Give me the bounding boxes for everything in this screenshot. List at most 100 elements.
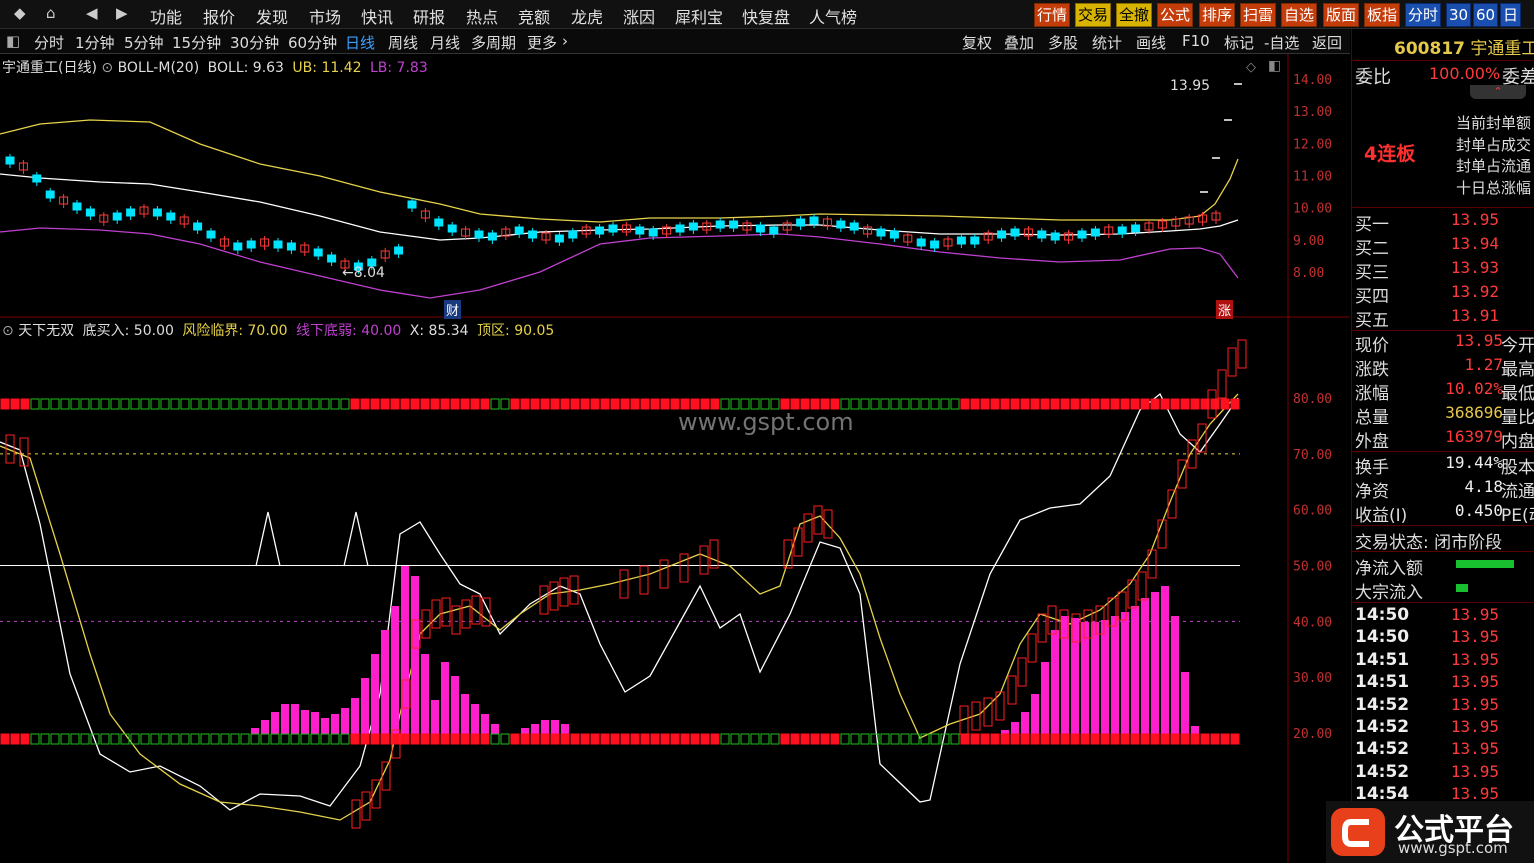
- menu-yanbao[interactable]: 研报: [413, 4, 445, 28]
- boll-indicator[interactable]: BOLL-M(20): [118, 60, 200, 76]
- menu-xilibao[interactable]: 犀利宝: [675, 4, 723, 28]
- signal-block: [1220, 733, 1230, 745]
- quanche-button[interactable]: 全撤: [1116, 3, 1153, 27]
- period-fenshi[interactable]: 分时: [34, 32, 64, 53]
- volume-bar: [1011, 722, 1019, 734]
- bid-row-3[interactable]: 买三 13.93: [1355, 258, 1534, 283]
- signal-block: [910, 733, 920, 745]
- window-toggle-icon[interactable]: ◧: [1268, 58, 1281, 74]
- bid-row-4[interactable]: 买四 13.92: [1355, 282, 1534, 307]
- menu-shichang[interactable]: 市场: [309, 4, 341, 28]
- banzhi-button[interactable]: 板指: [1364, 3, 1401, 27]
- signal-block: [40, 398, 50, 410]
- tool-diejia[interactable]: 叠加: [1004, 32, 1034, 53]
- period-1min[interactable]: 1分钟: [75, 32, 115, 53]
- indicator-dropdown-icon[interactable]: ⊙: [101, 60, 113, 76]
- volume-bar: [461, 694, 469, 734]
- volume-bar: [251, 728, 259, 734]
- diamond-tool-icon[interactable]: ◇: [1246, 60, 1256, 75]
- signal-block: [970, 733, 980, 745]
- menu-kuaixun[interactable]: 快讯: [361, 4, 393, 28]
- menu-baojia[interactable]: 报价: [203, 4, 235, 28]
- period-60min[interactable]: 60分钟: [288, 32, 337, 53]
- chevron-right-icon[interactable]: ›: [562, 32, 568, 50]
- signal-block: [320, 733, 330, 745]
- home-icon[interactable]: ⌂: [46, 4, 56, 22]
- period-5min[interactable]: 5分钟: [124, 32, 164, 53]
- panel-toggle-icon[interactable]: ◧: [6, 32, 20, 50]
- period-week[interactable]: 周线: [388, 32, 418, 53]
- signal-block: [930, 398, 940, 410]
- bid-label: 买四: [1355, 287, 1389, 307]
- stat-tail: PE(动: [1501, 506, 1534, 526]
- volume-bar: [401, 566, 409, 734]
- menu-longhu[interactable]: 龙虎: [571, 4, 603, 28]
- menu-redian[interactable]: 热点: [466, 4, 498, 28]
- menu-zhangyin[interactable]: 涨因: [623, 4, 655, 28]
- menu-faxian[interactable]: 发现: [256, 4, 288, 28]
- collapse-button[interactable]: ⌃: [1470, 85, 1526, 99]
- signal-block: [10, 398, 20, 410]
- period-month[interactable]: 月线: [430, 32, 460, 53]
- kline-chart[interactable]: 14.00 13.00 12.00 11.00 10.00 9.00 8.00 80.00 70…: [0, 54, 1350, 863]
- period-day-button[interactable]: 日: [1500, 3, 1522, 27]
- hangqing-button[interactable]: 行情: [1034, 3, 1071, 27]
- signal-block: [80, 398, 90, 410]
- signal-block: [0, 398, 10, 410]
- signal-block: [420, 398, 430, 410]
- menu-jinge[interactable]: 竞额: [518, 4, 550, 28]
- paixu-button[interactable]: 排序: [1199, 3, 1236, 27]
- signal-block: [1010, 398, 1020, 410]
- period-30min[interactable]: 30分钟: [230, 32, 279, 53]
- candle-body: [608, 224, 618, 233]
- bid-row-5[interactable]: 买五 13.91: [1355, 306, 1534, 331]
- banmian-button[interactable]: 版面: [1323, 3, 1360, 27]
- sub-candle: [813, 505, 823, 535]
- signal-block: [750, 733, 760, 745]
- period-multi[interactable]: 多周期: [471, 32, 516, 53]
- jiaoyi-button[interactable]: 交易: [1075, 3, 1112, 27]
- signal-block: [60, 398, 70, 410]
- sub-indicator-icon[interactable]: ⊙: [2, 323, 14, 339]
- menu-gongneng[interactable]: 功能: [150, 4, 182, 28]
- sub-indicator-name[interactable]: 天下无双: [18, 323, 74, 339]
- tick-price: 13.95: [1450, 717, 1499, 736]
- period-day[interactable]: 日线: [345, 32, 375, 53]
- period-more[interactable]: 更多: [527, 32, 557, 53]
- bid-row-1[interactable]: 买一 13.95: [1355, 210, 1534, 235]
- gongshi-button[interactable]: 公式: [1157, 3, 1194, 27]
- tool-biaoji[interactable]: 标记: [1224, 32, 1254, 53]
- period-15min[interactable]: 15分钟: [172, 32, 221, 53]
- volume-bar: [351, 698, 359, 734]
- volume-bar: [551, 720, 559, 734]
- diamond-icon[interactable]: ◆: [14, 4, 26, 22]
- tool-huaxian[interactable]: 画线: [1136, 32, 1166, 53]
- volume-bar: [521, 728, 529, 734]
- signal-block: [1120, 733, 1130, 745]
- bid-row-2[interactable]: 买二 13.94: [1355, 234, 1534, 259]
- signal-block: [810, 733, 820, 745]
- tool-fuquan[interactable]: 复权: [962, 32, 992, 53]
- cai-badge[interactable]: 财: [444, 300, 462, 319]
- back-icon[interactable]: ◀: [86, 4, 98, 22]
- menu-renqibang[interactable]: 人气榜: [809, 4, 857, 28]
- period-30-button[interactable]: 30: [1446, 3, 1472, 27]
- forward-icon[interactable]: ▶: [116, 4, 128, 22]
- tool-tongji[interactable]: 统计: [1092, 32, 1122, 53]
- signal-block: [160, 398, 170, 410]
- tick-time: 14:50: [1355, 627, 1410, 648]
- tool-duogu[interactable]: 多股: [1048, 32, 1078, 53]
- signal-block: [240, 398, 250, 410]
- signal-block: [1220, 398, 1230, 410]
- fenshi-button[interactable]: 分时: [1405, 3, 1442, 27]
- saolei-button[interactable]: 扫雷: [1240, 3, 1277, 27]
- signal-block: [730, 733, 740, 745]
- period-60-button[interactable]: 60: [1473, 3, 1499, 27]
- tool-fanhui[interactable]: 返回: [1312, 32, 1342, 53]
- tool-zixuan[interactable]: -自选: [1264, 32, 1299, 53]
- zhang-badge[interactable]: 涨: [1216, 300, 1234, 319]
- tool-f10[interactable]: F10: [1182, 32, 1210, 50]
- zixuan-button[interactable]: 自选: [1281, 3, 1318, 27]
- signal-block: [1200, 733, 1210, 745]
- menu-kuaifupan[interactable]: 快复盘: [742, 4, 790, 28]
